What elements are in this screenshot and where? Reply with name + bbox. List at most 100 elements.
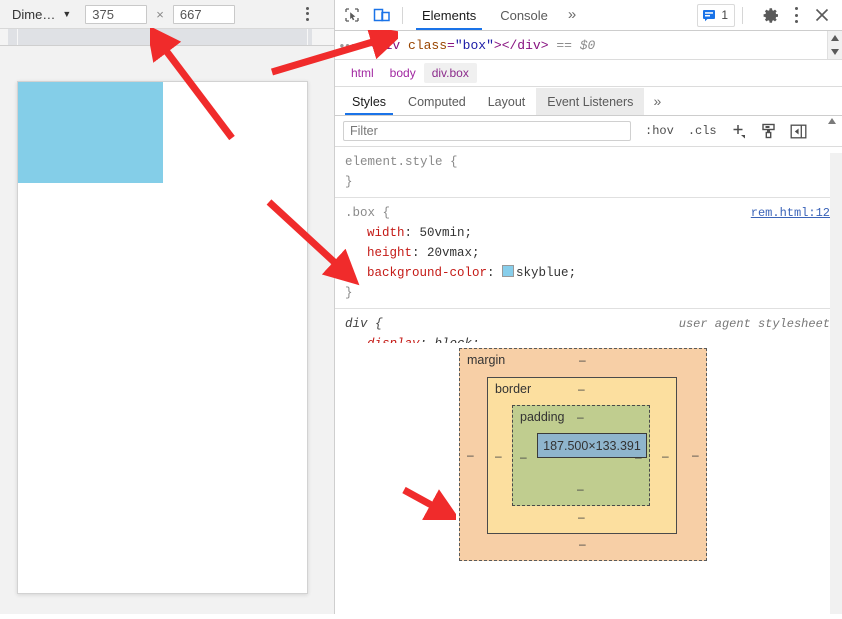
style-rule-box[interactable]: rem.html:12 .box { width: 50vmin; height… <box>335 198 842 309</box>
breadcrumb-item-body[interactable]: body <box>382 63 424 83</box>
ruler-tick <box>17 29 18 45</box>
dom-scrollbar[interactable] <box>827 31 842 59</box>
device-width-input[interactable] <box>85 4 148 24</box>
rule-origin-label: user agent stylesheet <box>678 317 830 331</box>
breadcrumb-item-html[interactable]: html <box>343 63 382 83</box>
dom-tree-strip: ••• <div class="box"></div> == $0 <box>335 31 842 60</box>
close-icon[interactable] <box>808 3 836 27</box>
margin-left-value[interactable]: ‒ <box>467 448 474 462</box>
emulated-viewport[interactable] <box>17 81 308 594</box>
tab-console[interactable]: Console <box>488 1 560 30</box>
padding-left-value[interactable]: ‒ <box>520 450 527 464</box>
tab-event-listeners[interactable]: Event Listeners <box>536 88 645 115</box>
declaration-width[interactable]: width: 50vmin; <box>345 223 834 243</box>
tab-styles[interactable]: Styles <box>341 88 397 115</box>
box-model-padding[interactable]: padding ‒ ‒ ‒ ‒ 187.500×133.391 <box>512 405 650 506</box>
rule-origin-link[interactable]: rem.html:12 <box>751 203 830 223</box>
styles-sidebar-tabs: Styles Computed Layout Event Listeners » <box>335 87 842 116</box>
console-message-badge[interactable]: 1 <box>697 3 735 27</box>
console-message-icon <box>703 10 716 22</box>
dom-collapsed-ellipsis[interactable]: ••• <box>335 38 361 53</box>
border-left-value[interactable]: ‒ <box>495 449 502 463</box>
declaration-colon: : <box>412 246 428 260</box>
new-style-rule-button[interactable] <box>731 123 747 139</box>
border-top-value[interactable]: ‒ <box>578 382 585 396</box>
vertical-dots-icon <box>305 17 309 21</box>
declaration-property[interactable]: height <box>367 246 412 260</box>
margin-bottom-value[interactable]: ‒ <box>579 537 586 551</box>
vertical-dots-icon <box>305 12 309 15</box>
padding-top-value[interactable]: ‒ <box>577 410 584 424</box>
border-bottom-value[interactable]: ‒ <box>578 510 585 524</box>
dom-open-lt: < <box>369 37 377 53</box>
box-model-margin[interactable]: margin ‒ ‒ ‒ ‒ border ‒ ‒ ‒ ‒ padding ‒ <box>459 348 707 561</box>
more-panels-icon[interactable]: » <box>560 0 584 30</box>
tab-styles-label: Styles <box>352 95 387 109</box>
declaration-semicolon: ; <box>472 246 480 260</box>
rule-selector[interactable]: .box <box>345 206 375 220</box>
style-rule-element-style[interactable]: element.style { } <box>335 147 842 198</box>
declaration-property[interactable]: background-color <box>367 266 487 280</box>
declaration-value[interactable]: 50vmin <box>420 226 465 240</box>
toolbar-divider <box>402 6 403 24</box>
console-message-count: 1 <box>721 8 728 22</box>
ruler-right-gap <box>312 29 334 45</box>
ruler-tick <box>307 29 308 45</box>
cls-toggle-button[interactable]: .cls <box>688 124 717 138</box>
dom-node-line[interactable]: <div class="box"></div> == $0 <box>361 38 595 53</box>
skyblue-box-element[interactable] <box>18 82 163 183</box>
declaration-property[interactable]: width <box>367 226 405 240</box>
dom-attr-name: class <box>408 37 448 53</box>
rule-selector[interactable]: element.style <box>345 155 443 169</box>
box-model-content-size[interactable]: 187.500×133.391 <box>537 433 647 458</box>
device-preset-dropdown[interactable]: Dime… ▼ <box>12 7 71 22</box>
declaration-semicolon: ; <box>464 226 473 240</box>
styles-filter-input[interactable] <box>343 121 631 141</box>
chevron-down-icon: ▼ <box>62 8 72 19</box>
device-toolbar-icon[interactable] <box>369 3 395 27</box>
styles-pane-scrollbar[interactable] <box>830 153 842 614</box>
hov-toggle-button[interactable]: :hov <box>645 124 674 138</box>
toolbar-right-group: 1 <box>697 3 842 27</box>
tab-elements-label: Elements <box>422 7 477 23</box>
declaration-background-color[interactable]: background-color: skyblue; <box>345 263 834 283</box>
dom-selected-marker: == $0 <box>556 37 596 53</box>
margin-right-value[interactable]: ‒ <box>692 448 699 462</box>
border-right-value[interactable]: ‒ <box>662 449 669 463</box>
more-sidebar-tabs-icon[interactable]: » <box>644 87 670 115</box>
tab-layout[interactable]: Layout <box>477 88 537 115</box>
stylesheet-icon[interactable] <box>761 123 776 139</box>
declaration-height[interactable]: height: 20vmax; <box>345 243 834 263</box>
ruler-left-gap <box>0 29 8 45</box>
breadcrumb: html body div.box <box>335 60 842 87</box>
toolbar-divider <box>742 6 743 24</box>
inspect-cursor-icon[interactable] <box>339 3 365 27</box>
margin-top-value[interactable]: ‒ <box>579 353 586 367</box>
device-height-input[interactable] <box>172 4 235 24</box>
breadcrumb-item-div-box[interactable]: div.box <box>423 63 477 83</box>
viewport-ruler[interactable] <box>0 29 334 46</box>
panel-collapse-icon[interactable] <box>790 124 807 139</box>
styles-filter-row: :hov .cls <box>335 116 842 147</box>
padding-bottom-value[interactable]: ‒ <box>577 482 584 496</box>
devtools-main-toolbar: Elements Console » 1 <box>335 0 842 31</box>
dom-tag-name: div <box>376 37 401 53</box>
devtools-menu-button[interactable] <box>786 3 806 27</box>
declaration-colon: : <box>404 226 420 240</box>
device-emulation-pane: Dime… ▼ × <box>0 0 334 614</box>
device-toolbar-more-button[interactable] <box>298 4 316 24</box>
dom-open-gt: > <box>493 37 502 53</box>
tab-elements[interactable]: Elements <box>410 1 488 30</box>
declaration-value[interactable]: skyblue <box>516 266 569 280</box>
dom-close-tag: </div> <box>501 37 549 53</box>
tab-computed[interactable]: Computed <box>397 88 477 115</box>
styles-scroll-up-arrow-icon[interactable] <box>826 118 838 144</box>
color-swatch[interactable] <box>502 265 515 277</box>
declaration-colon: : <box>487 266 503 280</box>
declaration-value[interactable]: 20vmax <box>427 246 472 260</box>
devtools-panel: Elements Console » 1 ••• <div class="box… <box>334 0 842 619</box>
declaration-semicolon: ; <box>568 266 577 280</box>
gear-icon[interactable] <box>758 3 784 27</box>
box-model-border[interactable]: border ‒ ‒ ‒ ‒ padding ‒ ‒ ‒ ‒ 187.500×1… <box>487 377 677 534</box>
device-toolbar: Dime… ▼ × <box>0 0 334 29</box>
